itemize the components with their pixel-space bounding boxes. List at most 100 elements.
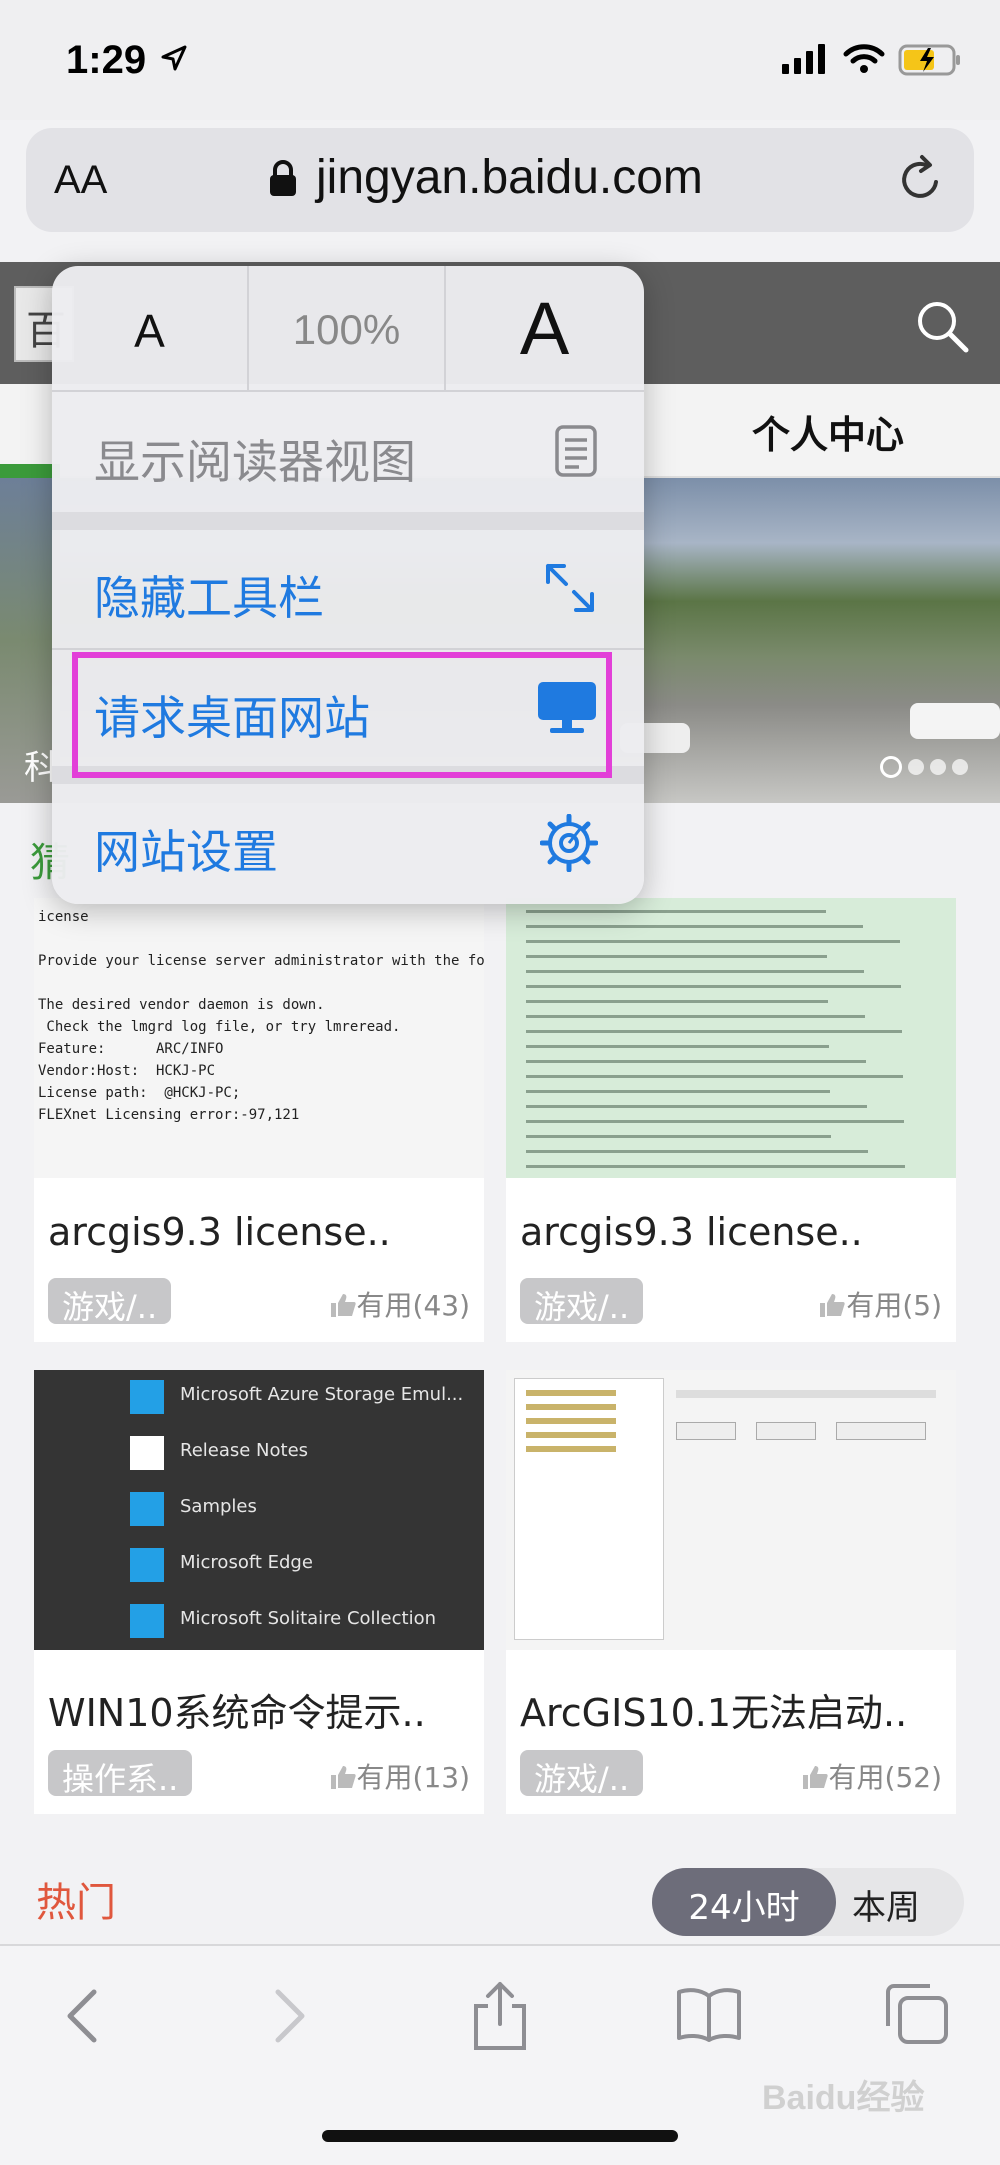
thumbnail-text-line: icense [38,909,89,925]
banner-car [910,703,1000,739]
article-card[interactable]: Microsoft Azure Storage Emul... Release N… [34,1370,484,1814]
thumbnail-menu-item: Samples [130,1488,470,1528]
app-tile-icon [130,1380,164,1414]
thumbnail-warning-line [526,1000,828,1003]
app-tile-icon [130,1436,164,1470]
menu-item-label: 隐藏工具栏 [94,571,324,625]
bookmarks-icon[interactable] [676,1986,742,2042]
thumbnail-text-line: Vendor:Host: HCKJ-PC [38,1063,216,1079]
thumbnail-text-line [38,928,480,950]
thumbs-up-icon [802,1766,828,1789]
menu-item-website-settings[interactable]: 网站设置 [52,784,644,902]
card-useful-count: 有用(43) [329,1284,470,1324]
thumbnail-warning-line [526,1060,866,1063]
thumbnail-warning-line [526,1045,829,1048]
battery-charging-icon [898,44,960,76]
thumbnail-warning-line [526,1075,903,1078]
thumbnail-warning-line [526,1150,868,1153]
text-size-button[interactable]: AA [54,158,107,203]
menu-item-label: 显示阅读器视图 [94,435,416,489]
useful-label: 有用(52) [828,1761,942,1794]
thumbnail-menu-item-label: Microsoft Edge [180,1552,313,1573]
gear-icon [540,814,598,872]
app-tile-icon [130,1548,164,1582]
home-indicator[interactable] [322,2130,678,2142]
thumbnail-text-line: Feature: ARC/INFO [38,1041,224,1057]
segment-week[interactable]: 本周 [852,1880,920,1929]
thumbnail-text-line: Provide your license server administrato… [38,953,484,969]
article-card[interactable]: arcgis9.3 license.. 游戏/.. 有用(5) [506,898,956,1342]
baidu-watermark: Baidu经验 [762,2079,925,2117]
highlight-annotation [72,652,612,778]
tab-personal-center[interactable]: 个人中心 [752,404,904,459]
card-title[interactable]: ArcGIS10.1无法启动.. [520,1682,907,1737]
thumbnail-warning-line [526,1105,867,1108]
zoom-small-label: A [134,305,165,357]
card-category-tag[interactable]: 游戏/.. [520,1278,644,1326]
thumbnail-warning-line [526,1120,904,1123]
tabs-icon[interactable] [884,1982,950,2046]
segment-24h[interactable]: 24小时 [652,1868,836,1936]
thumbs-up-icon [820,1294,845,1317]
thumbnail-text-line: Check the lmgrd log file, or try lmrerea… [38,1019,401,1035]
thumbnail-menu-item-label: Microsoft Solitaire Collection [180,1608,436,1629]
thumbnail-warning-line [526,970,864,973]
thumbs-up-icon [330,1766,356,1789]
menu-section-divider [52,512,644,530]
thumbnail-warning-line [526,1165,905,1168]
thumbs-up-icon [330,1294,356,1317]
resize-arrows-icon [546,564,594,612]
reload-icon[interactable] [896,154,946,204]
time-range-segment[interactable]: 24小时 本周 [652,1868,964,1936]
thumbnail-menu-item: Microsoft Solitaire Collection [130,1600,470,1640]
zoom-level[interactable]: 100% [249,266,446,392]
search-icon[interactable] [914,298,970,354]
thumbnail-warning-line [526,1135,831,1138]
address-bar[interactable]: AA jingyan.baidu.com [26,128,974,232]
location-icon [161,45,187,71]
url-text[interactable]: jingyan.baidu.com [316,150,703,205]
thumbnail-warning-line [526,925,863,928]
card-title[interactable]: WIN10系统命令提示.. [48,1682,426,1737]
card-useful-count: 有用(5) [818,1284,942,1324]
zoom-large-label: A [519,287,570,370]
card-title[interactable]: arcgis9.3 license.. [48,1210,391,1254]
menu-item-reader-view[interactable]: 显示阅读器视图 [52,394,644,512]
thumbnail-warning-line [526,910,826,913]
card-category-tag[interactable]: 游戏/.. [520,1750,644,1798]
useful-label: 有用(43) [356,1289,470,1322]
increase-text-size-button[interactable]: A [446,266,643,392]
zoom-level-label: 100% [292,306,401,353]
wifi-icon [843,44,885,73]
share-icon[interactable] [470,1980,530,2052]
menu-item-label: 网站设置 [94,825,278,879]
thumbnail-warning-line [526,940,900,943]
useful-label: 有用(13) [356,1761,470,1794]
hot-section-title: 热门 [36,1880,116,1926]
card-thumbnail [506,898,956,1178]
thumbnail-text-line [38,972,480,994]
decrease-text-size-button[interactable]: A [52,266,249,392]
thumbnail-menu-item-label: Release Notes [180,1440,309,1461]
card-category-tag[interactable]: 操作系.. [48,1750,193,1798]
card-thumbnail [506,1370,956,1650]
aa-label: AA [54,158,108,202]
thumbnail-menu-item: Microsoft Edge [130,1544,470,1584]
thumbnail-text-line: FLEXnet Licensing error:-97,121 [38,1107,300,1123]
back-icon[interactable] [62,1986,102,2046]
thumbnail-menu-item-label: Microsoft Azure Storage Emul... [180,1384,464,1405]
menu-item-hide-toolbar[interactable]: 隐藏工具栏 [52,530,644,648]
zoom-controls: A 100% A [52,266,644,392]
article-card[interactable]: icense Provide your license server admini… [34,898,484,1342]
card-category-tag[interactable]: 游戏/.. [48,1278,172,1326]
thumbnail-warning-line [526,1090,830,1093]
app-tile-icon [130,1492,164,1526]
reader-view-icon [555,425,597,477]
card-title[interactable]: arcgis9.3 license.. [520,1210,863,1254]
forward-icon[interactable] [270,1986,310,2046]
article-card[interactable]: ArcGIS10.1无法启动.. 游戏/.. 有用(52) [506,1370,956,1814]
thumbnail-text-line: The desired vendor daemon is down. [38,997,325,1013]
card-useful-count: 有用(13) [329,1756,470,1796]
thumbnail-text-line: License path: @HCKJ-PC; [38,1085,241,1101]
lock-icon [270,160,296,196]
